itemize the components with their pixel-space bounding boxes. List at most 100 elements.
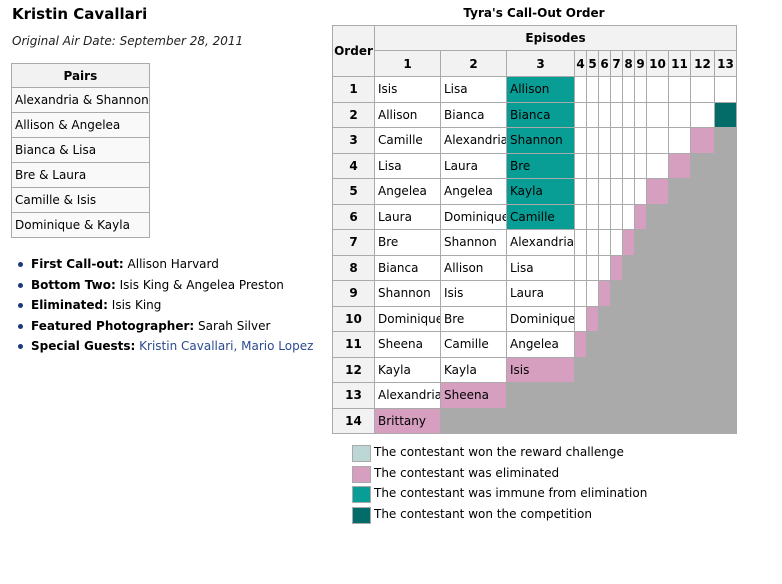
- contestant-cell: Dominique: [374, 305, 441, 332]
- contestant-cell: Angelea: [374, 178, 441, 205]
- episode-cell: [610, 229, 623, 256]
- contestant-cell: Shannon: [374, 280, 441, 307]
- episode-cell: [622, 254, 635, 281]
- episode-cell: [610, 382, 623, 409]
- episode-cell: [574, 407, 587, 434]
- episode-cell: [610, 76, 623, 103]
- episode-cell: [610, 178, 623, 205]
- episode-cell: [646, 101, 669, 128]
- contestant-cell: [440, 407, 507, 434]
- episode-cell: [690, 356, 715, 383]
- episode-cell: [646, 331, 669, 358]
- episode-cell: [668, 280, 691, 307]
- contestant-cell: Alexandria: [506, 229, 575, 256]
- episode-cell: [598, 152, 611, 179]
- table-row: 14 Brittany: [332, 407, 738, 434]
- episode-cell: [646, 178, 669, 205]
- episode-cell: [598, 76, 611, 103]
- episode-cell: [668, 178, 691, 205]
- episode-cell: [713, 76, 738, 103]
- episode-cell: [634, 101, 647, 128]
- pair-row: Allison & Angelea: [11, 112, 150, 138]
- contestant-cell: Angelea: [440, 178, 507, 205]
- episode-cell: [586, 127, 599, 154]
- contestant-cell: Laura: [506, 280, 575, 307]
- contestant-cell: Isis: [374, 76, 441, 103]
- episode-cell: [634, 382, 647, 409]
- episode-cell: [622, 203, 635, 230]
- episode-cell: [668, 407, 691, 434]
- episode-cell: [646, 407, 669, 434]
- episode-cell: [610, 407, 623, 434]
- episode-cell: [634, 229, 647, 256]
- episode-cell: [690, 254, 715, 281]
- episode-cell: [598, 280, 611, 307]
- episode-cell: [622, 305, 635, 332]
- episode-cell: [690, 305, 715, 332]
- pairs-header: Pairs: [11, 63, 150, 88]
- episode-cell: [713, 280, 738, 307]
- episode-cell: [713, 382, 738, 409]
- episode-number-header: 12: [690, 50, 715, 77]
- contestant-cell: Shannon: [506, 127, 575, 154]
- fact-special-guests: Special Guests: Kristin Cavallari, Mario…: [18, 338, 313, 359]
- order-cell: 6: [332, 203, 375, 230]
- order-cell: 14: [332, 407, 375, 434]
- table-row: 11 Sheena Camille Angelea: [332, 331, 738, 358]
- order-cell: 7: [332, 229, 375, 256]
- episode-cell: [574, 127, 587, 154]
- episode-cell: [690, 203, 715, 230]
- episode-cell: [634, 407, 647, 434]
- bullet-icon: [18, 303, 23, 308]
- episode-cell: [586, 331, 599, 358]
- table-row: 9 Shannon Isis Laura: [332, 280, 738, 307]
- fact-photographer: Featured Photographer: Sarah Silver: [18, 318, 313, 339]
- episode-cell: [574, 76, 587, 103]
- episode-cell: [622, 127, 635, 154]
- contestant-cell: Lisa: [440, 76, 507, 103]
- episode-cell: [646, 254, 669, 281]
- episode-cell: [598, 407, 611, 434]
- episode-cell: [690, 229, 715, 256]
- contestant-cell: Isis: [440, 280, 507, 307]
- episode-cell: [634, 331, 647, 358]
- contestant-cell: Bianca: [506, 101, 575, 128]
- episode-cell: [574, 280, 587, 307]
- order-cell: 10: [332, 305, 375, 332]
- episode-number-header: 10: [646, 50, 669, 77]
- contestant-cell: Brittany: [374, 407, 441, 434]
- episode-cell: [668, 331, 691, 358]
- special-guests-link[interactable]: Kristin Cavallari, Mario Lopez: [139, 339, 313, 353]
- legend-swatch: [352, 465, 371, 483]
- contestant-cell: Dominique: [440, 203, 507, 230]
- episode-cell: [634, 76, 647, 103]
- episode-cell: [598, 331, 611, 358]
- episode-cell: [713, 331, 738, 358]
- episode-cell: [598, 254, 611, 281]
- bullet-icon: [18, 262, 23, 267]
- episode-cell: [634, 178, 647, 205]
- episode-cell: [713, 305, 738, 332]
- episode-number-header: 6: [598, 50, 611, 77]
- contestant-cell: [506, 407, 575, 434]
- table-row: 2 Allison Bianca Bianca: [332, 101, 738, 128]
- callout-title: Tyra's Call-Out Order: [463, 6, 605, 20]
- episode-cell: [690, 382, 715, 409]
- episode-cell: [622, 178, 635, 205]
- episodes-header: Episodes: [373, 25, 738, 51]
- episode-cell: [586, 254, 599, 281]
- page-title: Kristin Cavallari: [12, 5, 148, 23]
- episode-cell: [574, 178, 587, 205]
- episode-cell: [713, 356, 738, 383]
- contestant-cell: Bre: [374, 229, 441, 256]
- episode-cell: [586, 356, 599, 383]
- bullet-icon: [18, 282, 23, 288]
- episode-cell: [586, 382, 599, 409]
- table-row: 4 Lisa Laura Bre: [332, 152, 738, 179]
- fact-first-callout: First Call-out: Allison Harvard: [18, 256, 313, 277]
- contestant-cell: Lisa: [506, 254, 575, 281]
- episode-cell: [634, 305, 647, 332]
- episode-cell: [622, 76, 635, 103]
- order-cell: 12: [332, 356, 375, 383]
- episode-number-header: 8: [622, 50, 635, 77]
